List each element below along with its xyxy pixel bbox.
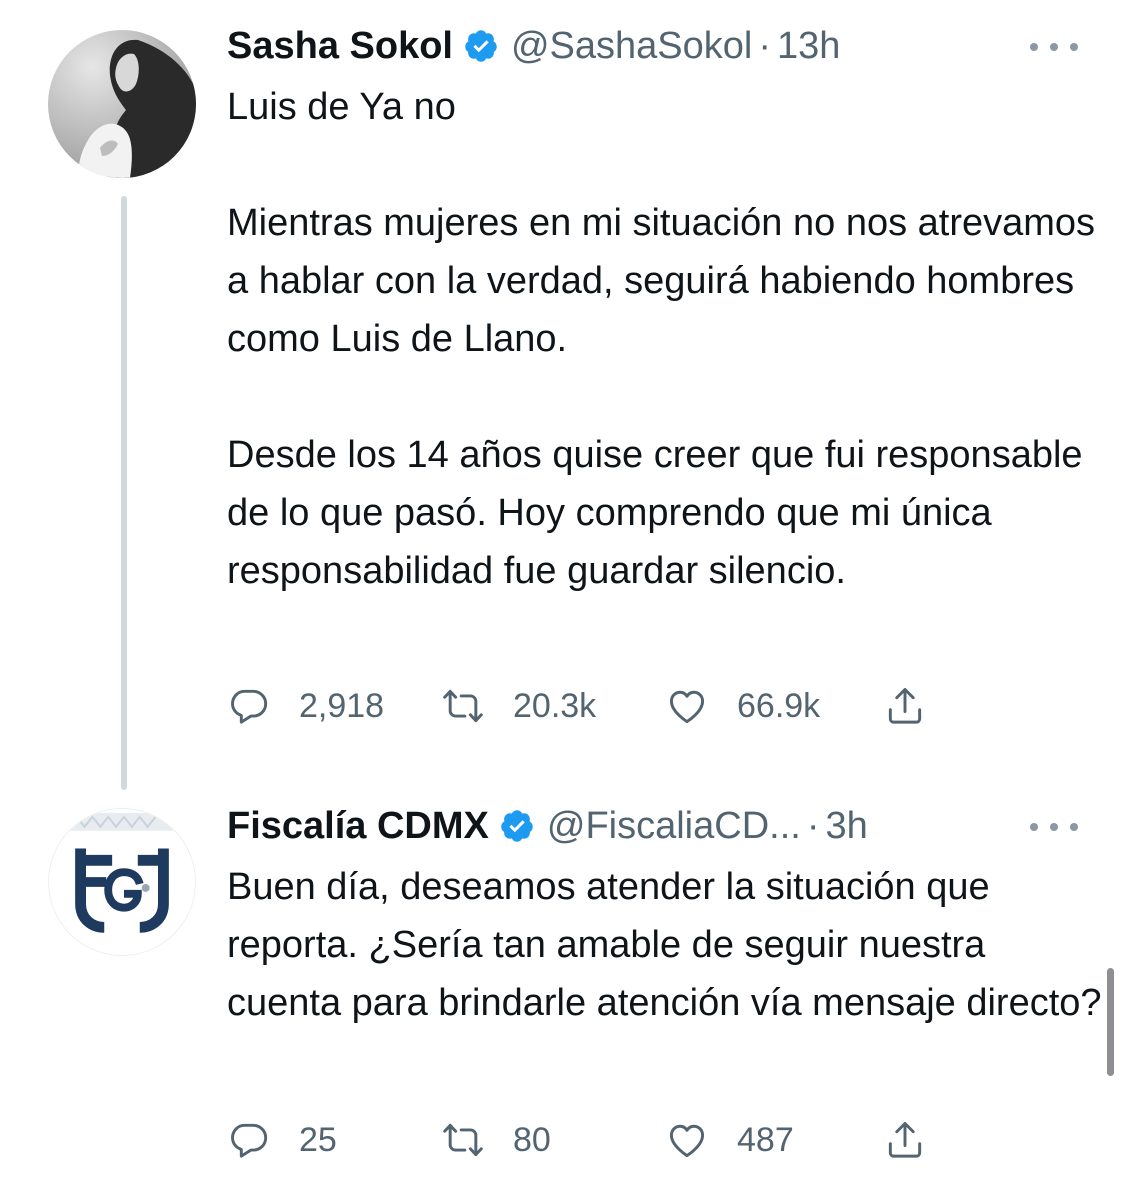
reply-count: 2,918 xyxy=(299,686,385,725)
timestamp[interactable]: 13h xyxy=(777,22,840,70)
tweet-text: Luis de Ya no Mientras mujeres en mi sit… xyxy=(227,86,1096,592)
scrollbar[interactable] xyxy=(1107,968,1114,1076)
author-name[interactable]: Fiscalía CDMX xyxy=(227,802,489,850)
retweet-button[interactable]: 80 xyxy=(441,1116,551,1164)
share-icon xyxy=(883,1118,927,1162)
like-count: 66.9k xyxy=(737,686,821,725)
separator: · xyxy=(758,25,772,67)
share-icon xyxy=(883,684,927,728)
verified-badge-icon xyxy=(463,28,499,64)
more-icon[interactable] xyxy=(1030,35,1078,59)
author-handle[interactable]: @FiscaliaCD... xyxy=(547,802,801,850)
retweet-icon xyxy=(441,1118,485,1162)
avatar[interactable] xyxy=(48,808,196,956)
like-button[interactable]: 487 xyxy=(665,1116,794,1164)
separator: · xyxy=(806,805,820,847)
reply-count: 25 xyxy=(299,1120,337,1159)
reply-icon xyxy=(227,1118,271,1162)
reply-button[interactable]: 2,918 xyxy=(227,682,384,730)
share-button[interactable] xyxy=(883,1116,927,1164)
verified-badge-icon xyxy=(499,808,535,844)
reply-icon xyxy=(227,684,271,728)
like-button[interactable]: 66.9k xyxy=(665,682,820,730)
profile-photo xyxy=(48,30,196,178)
author-name[interactable]: Sasha Sokol xyxy=(227,22,453,70)
fgj-logo xyxy=(49,809,195,955)
retweet-button[interactable]: 20.3k xyxy=(441,682,596,730)
retweet-icon xyxy=(441,684,485,728)
tweet-header: Fiscalía CDMX @FiscaliaCD... · 3h xyxy=(227,802,868,850)
share-button[interactable] xyxy=(883,682,927,730)
heart-icon xyxy=(665,684,709,728)
timestamp[interactable]: 3h xyxy=(825,802,867,850)
author-handle[interactable]: @SashaSokol xyxy=(511,22,752,70)
retweet-count: 20.3k xyxy=(513,686,597,725)
tweet-header: Sasha Sokol @SashaSokol · 13h xyxy=(227,22,840,70)
heart-icon xyxy=(665,1118,709,1162)
reply-button[interactable]: 25 xyxy=(227,1116,337,1164)
more-icon[interactable] xyxy=(1030,815,1078,839)
tweet-text: Buen día, deseamos atender la situación … xyxy=(227,866,1102,1024)
thread-connector xyxy=(121,196,127,790)
avatar[interactable] xyxy=(48,30,196,178)
retweet-count: 80 xyxy=(513,1120,551,1159)
like-count: 487 xyxy=(737,1120,794,1159)
timeline: Sasha Sokol @SashaSokol · 13h Luis de Ya… xyxy=(0,0,1125,1185)
